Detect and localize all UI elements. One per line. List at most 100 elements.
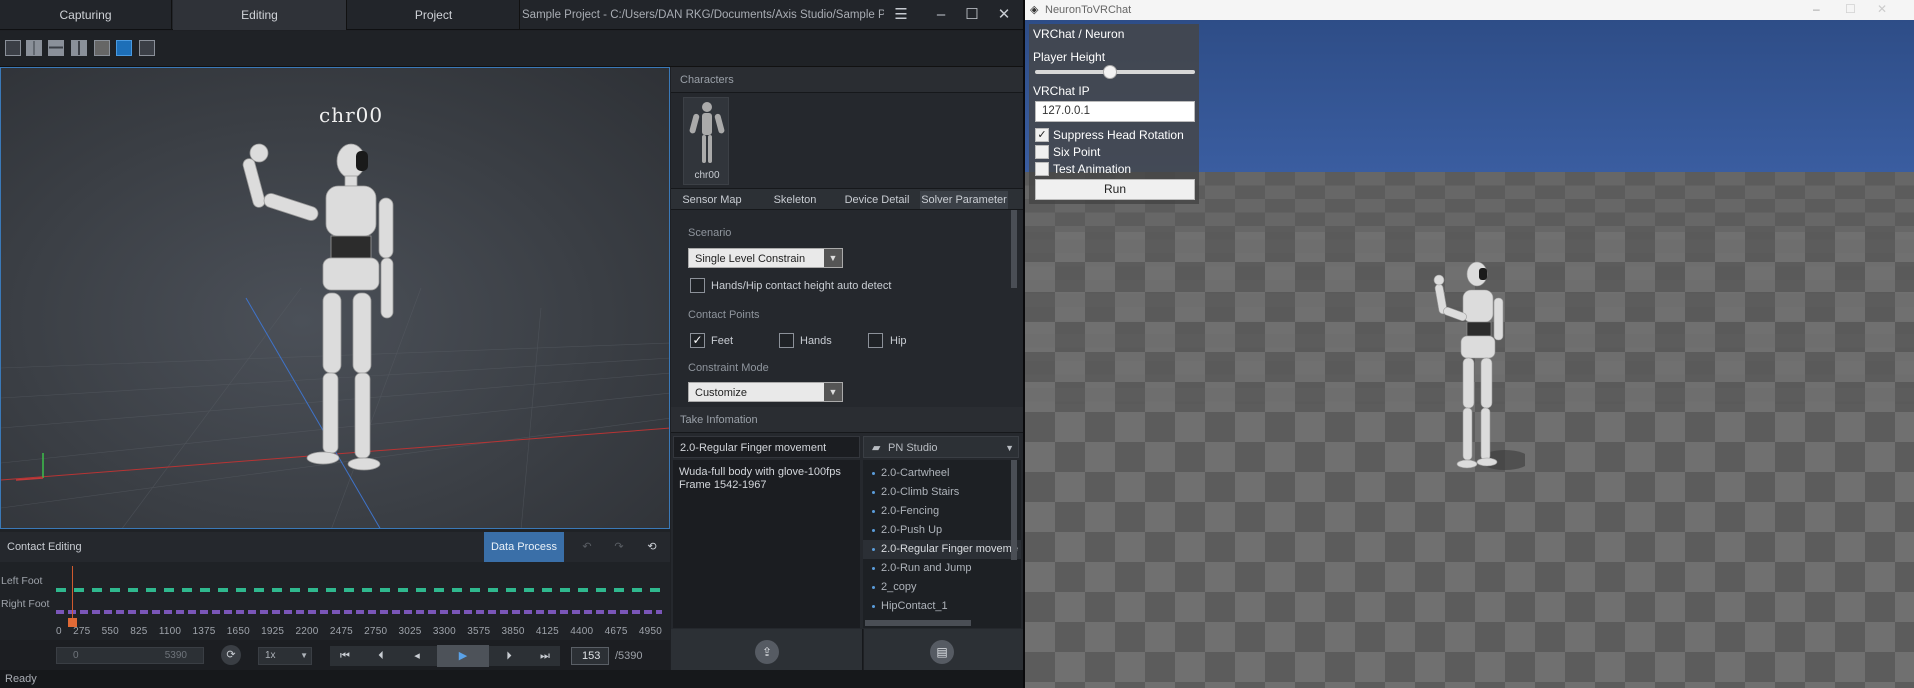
layout-single-icon[interactable] xyxy=(5,40,21,56)
tab-editing[interactable]: Editing xyxy=(173,0,347,30)
list-item[interactable]: 2.0-Run and Jump xyxy=(863,559,1021,578)
tab-solver-parameter[interactable]: Solver Parameter xyxy=(920,191,1008,209)
run-button[interactable]: Run xyxy=(1035,179,1195,200)
left-foot-label: Left Foot xyxy=(1,575,43,587)
3d-viewport[interactable]: chr00 xyxy=(0,67,670,529)
maximize-icon[interactable]: ☐ xyxy=(1845,2,1856,16)
list-item[interactable]: 2.0-Fencing xyxy=(863,502,1021,521)
status-bar: Ready xyxy=(0,670,1023,688)
play-icon[interactable]: ▶ xyxy=(437,645,489,667)
feet-checkbox[interactable]: ✓ xyxy=(690,333,705,348)
axis-studio-window: Capturing Editing Project Sample Project… xyxy=(0,0,1023,688)
list-item[interactable]: 2.0-Climb Stairs xyxy=(863,483,1021,502)
list-item[interactable]: 2.0-Cartwheel xyxy=(863,464,1021,483)
layout-active-icon[interactable] xyxy=(116,40,132,56)
timeline-ticks: 0 275 550 825 1100 1375 1650 1925 2200 2… xyxy=(56,626,662,637)
speed-select[interactable]: 1x ▼ xyxy=(258,647,312,665)
folder-select[interactable]: ▰ PN Studio ▼ xyxy=(863,436,1019,458)
list-item[interactable]: 2_copy xyxy=(863,578,1021,597)
character-label: chr00 xyxy=(319,103,384,127)
tick-label: 2475 xyxy=(329,626,353,637)
undo-icon[interactable]: ↶ xyxy=(576,536,598,558)
tab-capturing[interactable]: Capturing xyxy=(0,0,172,30)
tick-label: 1100 xyxy=(158,626,182,637)
right-foot-label: Right Foot xyxy=(1,598,50,610)
redo-icon[interactable]: ↷ xyxy=(608,536,630,558)
data-process-button[interactable]: Data Process xyxy=(484,532,564,562)
chevron-down-icon: ▼ xyxy=(824,249,842,267)
auto-detect-label: Hands/Hip contact height auto detect xyxy=(711,280,892,292)
tick-label: 275 xyxy=(73,626,91,637)
window-title: Sample Project - C:/Users/DAN RKG/Docume… xyxy=(522,9,884,21)
range-end: 5390 xyxy=(164,650,187,661)
left-foot-track[interactable] xyxy=(56,588,662,592)
tab-project[interactable]: Project xyxy=(348,0,520,30)
hands-checkbox[interactable] xyxy=(779,333,794,348)
suppress-head-rotation-label: Suppress Head Rotation xyxy=(1053,128,1184,142)
playhead[interactable] xyxy=(72,566,73,626)
frame-input[interactable]: 153 xyxy=(571,647,609,665)
take-list-scrollbar[interactable] xyxy=(1011,460,1017,560)
hip-checkbox[interactable] xyxy=(868,333,883,348)
characters-header: Characters xyxy=(671,67,1023,93)
tab-skeleton[interactable]: Skeleton xyxy=(758,191,832,209)
upload-icon[interactable]: ⇪ xyxy=(755,640,779,664)
tab-device-detail[interactable]: Device Detail xyxy=(840,191,914,209)
layout-custom-icon[interactable] xyxy=(94,40,110,56)
next-key-icon[interactable]: ⏵ xyxy=(498,645,520,667)
layout-two-row-icon[interactable] xyxy=(48,40,64,56)
loop-icon[interactable]: ⟳ xyxy=(221,645,241,665)
step-back-icon[interactable]: ◂ xyxy=(406,645,428,667)
test-animation-checkbox[interactable] xyxy=(1035,162,1049,176)
list-item[interactable]: HipContact_1 xyxy=(863,597,1021,616)
tab-sensor-map[interactable]: Sensor Map xyxy=(676,191,748,209)
panel-title: VRChat / Neuron xyxy=(1033,27,1125,41)
minimize-icon[interactable]: – xyxy=(1813,2,1820,16)
total-frames: /5390 xyxy=(615,650,643,662)
constraint-mode-label: Constraint Mode xyxy=(688,362,769,374)
hamburger-menu-icon[interactable]: ☰ xyxy=(890,4,912,26)
title-bar: Capturing Editing Project Sample Project… xyxy=(0,0,1023,30)
suppress-head-rotation-checkbox[interactable]: ✓ xyxy=(1035,128,1049,142)
vrchat-neuron-panel: VRChat / Neuron Player Height VRChat IP … xyxy=(1029,24,1199,204)
test-animation-label: Test Animation xyxy=(1053,162,1132,176)
first-frame-icon[interactable]: ⏮ xyxy=(334,645,356,667)
tick-label: 550 xyxy=(101,626,119,637)
previous-key-icon[interactable]: ⏴ xyxy=(370,645,392,667)
solver-scrollbar[interactable] xyxy=(1011,210,1017,288)
auto-detect-checkbox[interactable] xyxy=(690,278,705,293)
list-item-selected[interactable]: 2.0-Regular Finger moveme xyxy=(863,540,1021,559)
hands-label: Hands xyxy=(800,335,832,347)
range-slider[interactable]: 0 5390 xyxy=(56,647,204,664)
character-thumbnail[interactable]: chr00 xyxy=(683,97,729,185)
scenario-label: Scenario xyxy=(688,227,732,239)
layout-list-icon[interactable] xyxy=(139,40,155,56)
six-point-checkbox[interactable] xyxy=(1035,145,1049,159)
take-name-field[interactable]: 2.0-Regular Finger movement xyxy=(673,436,860,458)
history-icon[interactable]: ⟲ xyxy=(641,536,663,558)
maximize-icon[interactable]: ☐ xyxy=(961,4,983,26)
tick-label: 825 xyxy=(130,626,148,637)
character-figure-icon xyxy=(689,102,725,163)
chevron-down-icon: ▼ xyxy=(300,651,308,660)
tick-label: 4400 xyxy=(570,626,594,637)
last-frame-icon[interactable]: ⏭ xyxy=(534,645,556,667)
scenario-value: Single Level Constrain xyxy=(695,253,806,265)
list-item[interactable]: 2.0-Push Up xyxy=(863,521,1021,540)
minimize-icon[interactable]: – xyxy=(930,4,952,26)
player-height-thumb[interactable] xyxy=(1103,65,1117,79)
tick-label: 2200 xyxy=(295,626,319,637)
tick-label: 1925 xyxy=(261,626,285,637)
vrchat-ip-input[interactable]: 127.0.0.1 xyxy=(1035,101,1195,122)
close-icon[interactable]: ✕ xyxy=(993,4,1015,26)
take-list-hscrollbar[interactable] xyxy=(865,620,971,626)
layout-two-column-icon[interactable] xyxy=(26,40,42,56)
notes-icon[interactable]: ▤ xyxy=(930,640,954,664)
tick-label: 3575 xyxy=(467,626,491,637)
constraint-mode-select[interactable]: Customize ▼ xyxy=(688,382,843,402)
right-foot-track[interactable] xyxy=(56,610,662,614)
contact-points-label: Contact Points xyxy=(688,309,760,321)
layout-grid-icon[interactable] xyxy=(71,40,87,56)
close-icon[interactable]: ✕ xyxy=(1877,2,1887,16)
scenario-select[interactable]: Single Level Constrain ▼ xyxy=(688,248,843,268)
